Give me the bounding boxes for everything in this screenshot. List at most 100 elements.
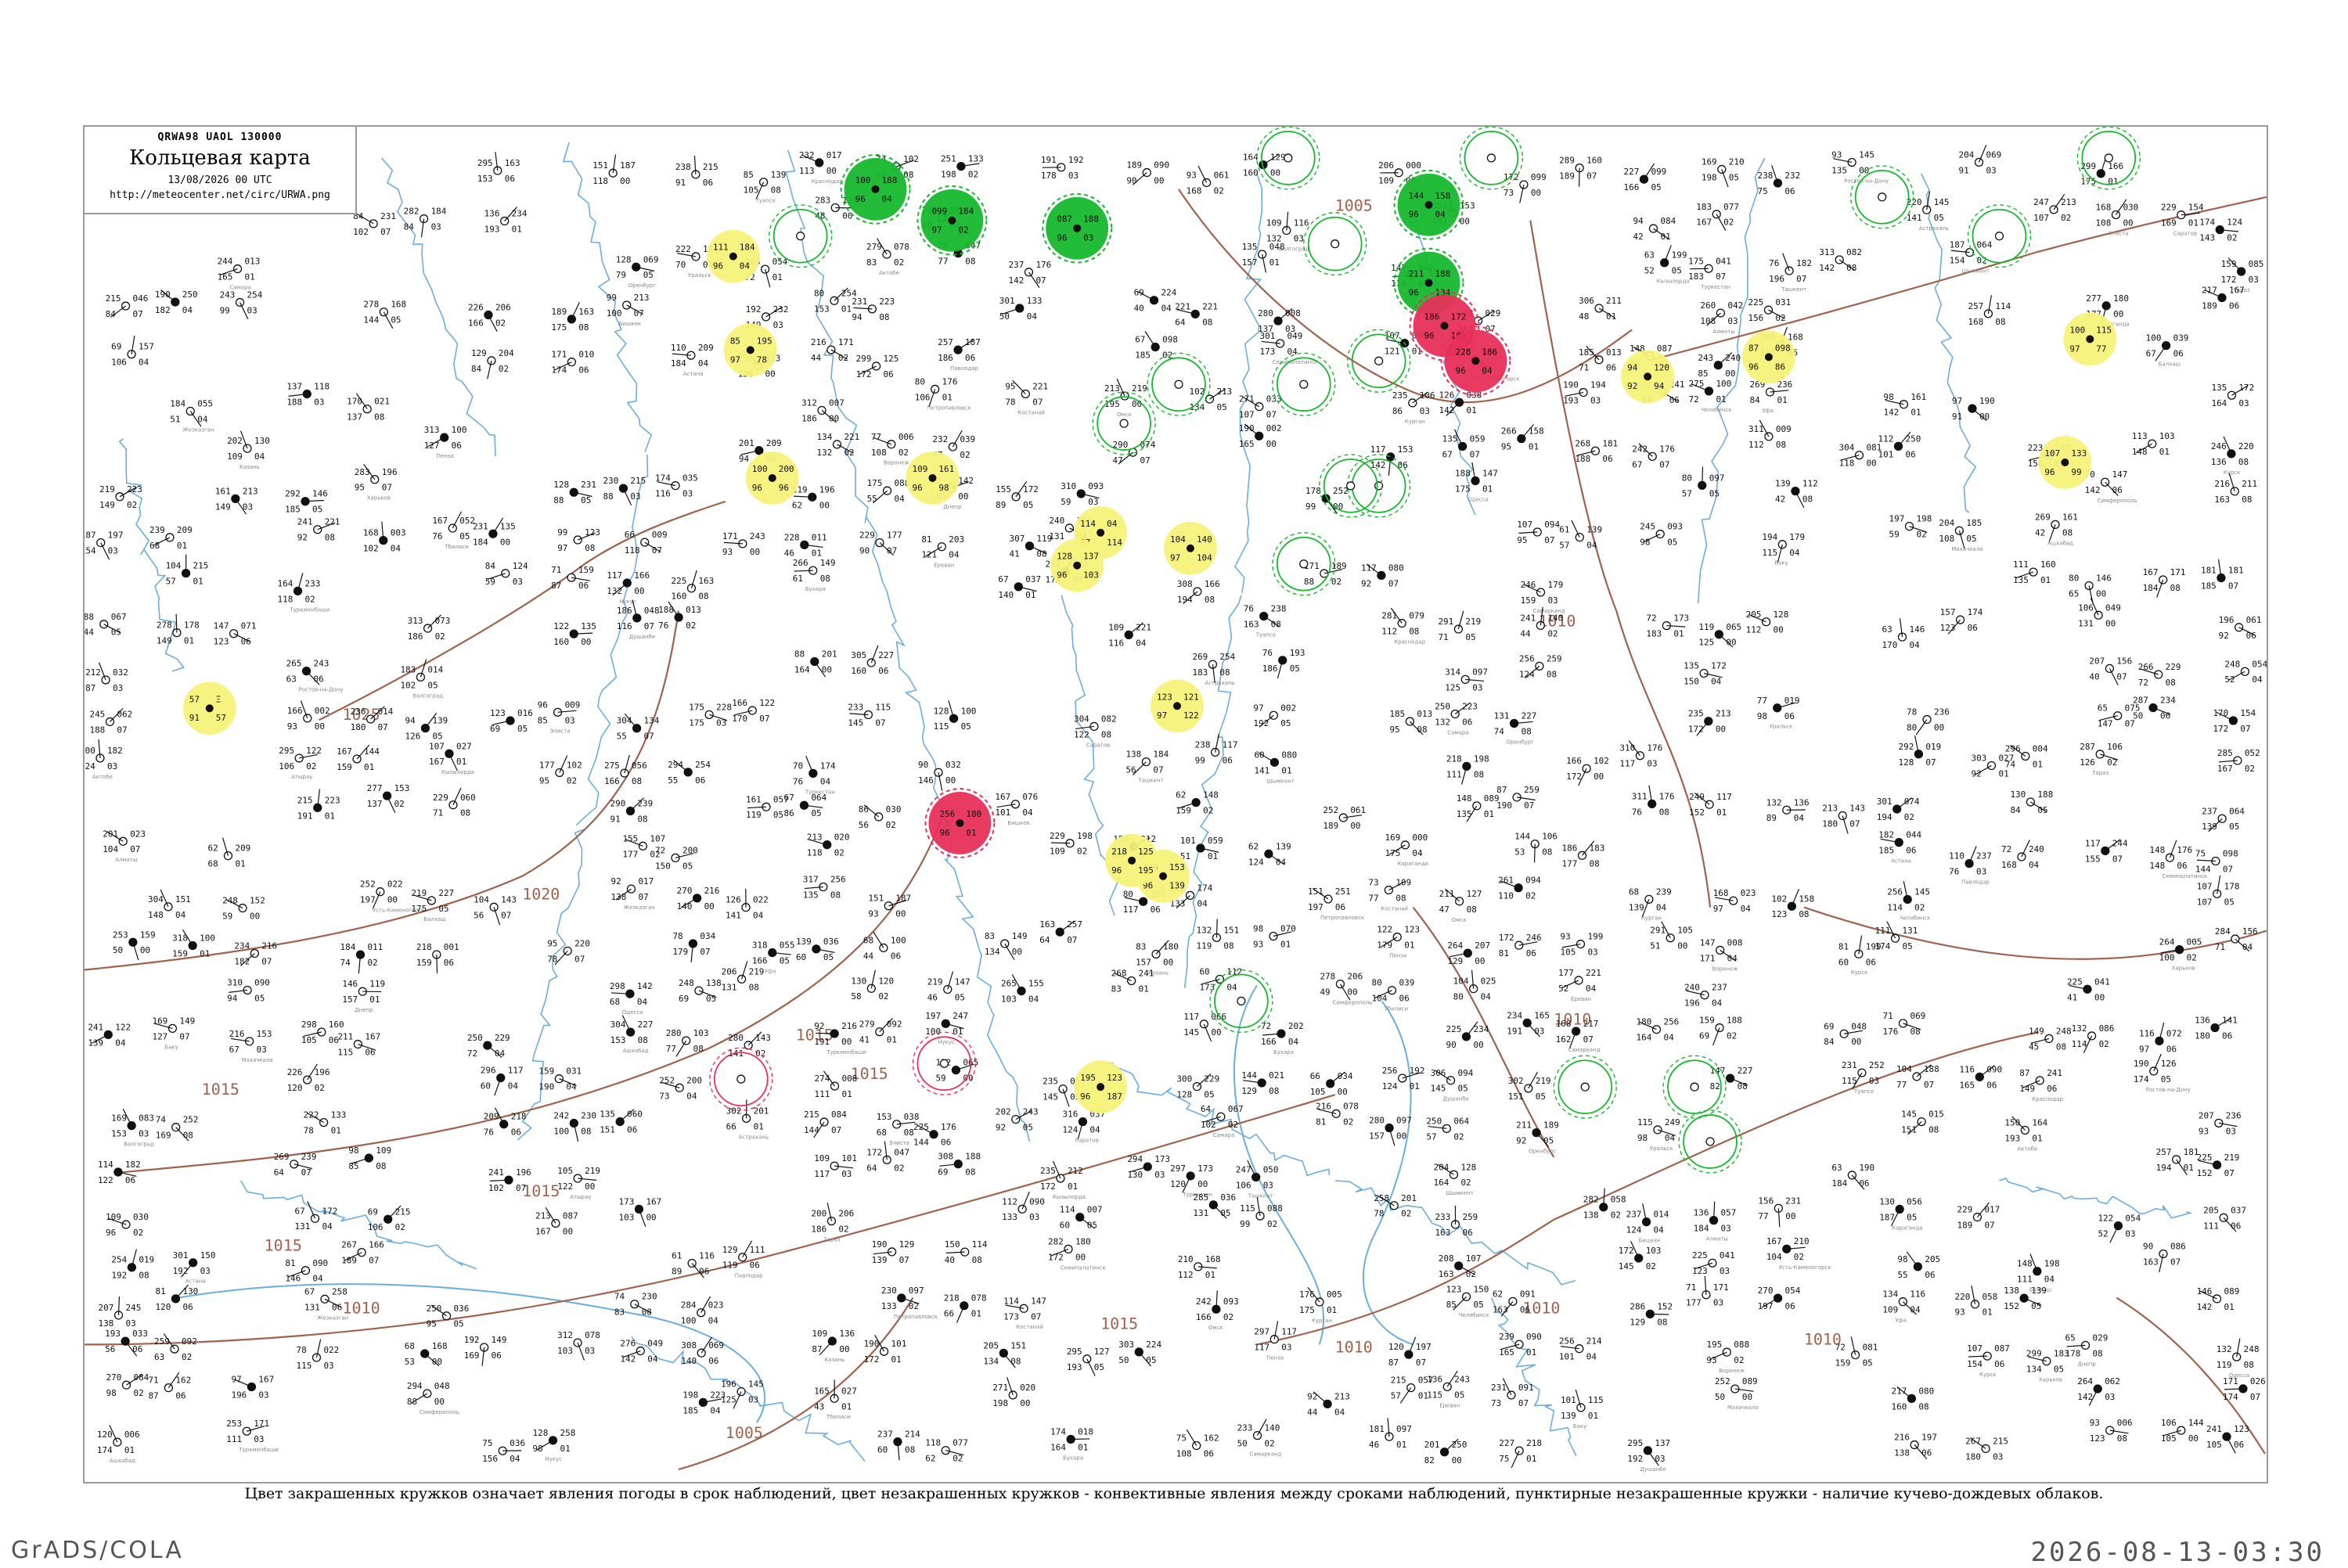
station-plot[interactable]: 13215111908	[1196, 919, 1239, 951]
station-plot[interactable]: 16900017504Караганда	[1385, 833, 1428, 867]
station-plot[interactable]: 2682418301	[1111, 969, 1154, 994]
station-plot[interactable]: 25206118900	[1323, 805, 1366, 831]
station-plot[interactable]: 2450939805	[1640, 522, 1683, 548]
station-plot[interactable]: 31603712404Саратов	[1062, 1109, 1105, 1144]
station-plot[interactable]: 2481386905	[679, 978, 722, 1004]
station-plot[interactable]: 7619318605	[1262, 648, 1305, 678]
station-plot[interactable]: 10111513901Баку	[1561, 1390, 1604, 1430]
phenomenon-marker-yellow-filled[interactable]: 10414097104	[1164, 522, 1217, 575]
station-plot[interactable]: 2191474605	[927, 972, 971, 1003]
station-plot[interactable]: 711598706	[551, 565, 594, 591]
station-plot[interactable]: 1231508505Челябинск	[1446, 1284, 1489, 1318]
station-plot[interactable]: 25625912408	[1519, 653, 1562, 679]
station-plot[interactable]: 24112213904	[88, 1022, 131, 1048]
station-plot[interactable]: 2310917307	[1491, 1379, 1534, 1409]
station-plot[interactable]: 2111274708Омск	[1439, 889, 1482, 923]
station-plot[interactable]: 21522319101	[297, 789, 340, 822]
station-plot[interactable]: 17504118307Туркестан	[1688, 256, 1731, 290]
station-plot[interactable]: 1010595101	[1180, 836, 1223, 861]
station-plot[interactable]: 11716613200Нукус	[607, 570, 650, 605]
station-plot[interactable]: 3111767608	[1632, 786, 1675, 818]
station-plot[interactable]: 20018212403Актобе	[85, 739, 123, 780]
station-plot[interactable]: 1591886902	[1699, 1016, 1742, 1045]
station-plot[interactable]: 1230166905	[490, 708, 533, 734]
station-plot[interactable]: 11020918404Астана	[671, 343, 714, 377]
station-plot[interactable]: 770199806Уральск	[1757, 696, 1800, 730]
station-plot[interactable]: 27816814405	[363, 300, 406, 329]
station-plot[interactable]: 10221313405	[1190, 387, 1233, 412]
station-plot[interactable]: 7503615604	[482, 1438, 525, 1464]
station-plot[interactable]: 29516315306	[477, 152, 520, 184]
station-plot[interactable]: 2782064900Симферополь	[1320, 972, 1372, 1006]
convective-outline-marker[interactable]	[1460, 127, 1522, 189]
station-plot[interactable]: 2291779007	[859, 530, 902, 556]
station-plot[interactable]: 2250414100	[2067, 976, 2110, 1002]
station-plot[interactable]: 26721518003	[1965, 1436, 2008, 1462]
station-plot[interactable]: 692244004	[1134, 288, 1177, 314]
station-plot[interactable]: 27102019800	[992, 1377, 1035, 1408]
station-plot[interactable]: 28503613105	[1193, 1192, 1236, 1218]
station-plot[interactable]: 1042155701	[166, 555, 209, 587]
station-plot[interactable]: 21621116308	[2214, 473, 2257, 505]
station-plot[interactable]: 6213912404	[1248, 841, 1291, 867]
convective-outline-marker[interactable]	[769, 205, 832, 268]
station-plot[interactable]: 23521217201Кызылорда	[1040, 1161, 1086, 1200]
station-plot[interactable]: 26925418308Астрахань	[1192, 652, 1235, 686]
station-plot[interactable]: 16423311802Туркменбаши	[278, 573, 330, 613]
station-plot[interactable]: 6502917808Днепр	[2065, 1332, 2109, 1367]
station-plot[interactable]: 1441065308	[1514, 832, 1558, 863]
station-plot[interactable]: 9300612308	[2090, 1418, 2133, 1444]
station-plot[interactable]: 1282589801Нукус	[533, 1428, 576, 1462]
station-plot[interactable]: 21716718906	[2202, 286, 2245, 311]
station-plot[interactable]: 2072369303	[2199, 1110, 2242, 1136]
station-plot[interactable]: 2520895000Махачкала	[1715, 1376, 1759, 1411]
station-plot[interactable]: 13411610904Уфа	[1882, 1289, 1925, 1324]
station-plot[interactable]: 3022016601Астрахань	[726, 1099, 769, 1140]
station-plot[interactable]: 30408111800	[1839, 443, 1882, 469]
convective-outline-marker[interactable]	[1348, 329, 1410, 392]
station-plot[interactable]: 3100935903	[1061, 481, 1104, 507]
station-plot[interactable]: 2801037708	[666, 1028, 709, 1056]
station-plot[interactable]: 3100909405	[227, 977, 270, 1003]
station-plot[interactable]: 15118711800	[592, 155, 636, 187]
station-plot[interactable]: 3062114801	[1579, 296, 1622, 322]
station-plot[interactable]: 19119217803	[1041, 155, 1084, 181]
station-plot[interactable]: 2692396407	[274, 1152, 317, 1178]
station-plot[interactable]: 8513910508Туапсе	[744, 170, 787, 204]
station-plot[interactable]: 20512811200	[1746, 610, 1789, 635]
station-plot[interactable]: 21619713806	[1894, 1433, 1937, 1459]
station-plot[interactable]: 24209316602Омск	[1196, 1290, 1239, 1331]
station-plot[interactable]: 11310314801	[2132, 431, 2175, 457]
station-plot[interactable]: 10702716701Кызылорда	[429, 741, 474, 775]
station-plot[interactable]: 1511879300	[868, 894, 911, 919]
station-plot[interactable]: 19214916906	[464, 1335, 507, 1366]
station-plot[interactable]: 2751007201Челябинск	[1689, 379, 1732, 413]
station-plot[interactable]: 1880137602	[658, 602, 701, 631]
station-plot[interactable]: 20412816402Шымкент	[1433, 1162, 1476, 1196]
station-plot[interactable]: 16914912707Баку	[152, 1016, 195, 1050]
station-plot[interactable]: 2381179906	[1195, 734, 1238, 765]
station-plot[interactable]: 19000216500	[1239, 423, 1282, 449]
station-plot[interactable]: 24023719604	[1684, 983, 1727, 1009]
station-plot[interactable]: 21922314902	[99, 484, 142, 510]
station-plot[interactable]: 28402310004	[681, 1296, 724, 1326]
station-plot[interactable]: 2652436306Ростов-на-Дону	[286, 659, 344, 693]
station-plot[interactable]: 1890909000	[1126, 160, 1169, 186]
station-plot[interactable]: 23706413905	[2202, 806, 2245, 832]
station-plot[interactable]: 8314913400	[985, 931, 1028, 960]
station-plot[interactable]: 2392096801	[149, 525, 193, 551]
station-plot[interactable]: 981098508	[348, 1145, 391, 1171]
station-plot[interactable]: 1850139508	[1389, 709, 1432, 735]
station-plot[interactable]: 622096801	[208, 838, 251, 869]
station-plot[interactable]: 1301888405	[2010, 789, 2053, 815]
station-plot[interactable]: 16803010800Элиста	[2096, 200, 2139, 237]
station-plot[interactable]: 20418510805Махачкала	[1939, 518, 1982, 552]
station-plot[interactable]: 30104917304Семипалатинск	[1260, 331, 1318, 365]
station-plot[interactable]: 11113117405	[1875, 922, 1918, 951]
station-plot[interactable]: 20621913108	[722, 962, 765, 993]
station-plot[interactable]: 2502297204	[467, 1033, 510, 1059]
station-plot[interactable]: 16707610104Бишкек	[995, 792, 1038, 826]
station-plot[interactable]: 19010117201	[864, 1335, 907, 1365]
station-plot[interactable]: 11906512500	[1698, 622, 1741, 648]
phenomenon-marker-green-filled[interactable]: 1441589604	[1395, 171, 1464, 239]
